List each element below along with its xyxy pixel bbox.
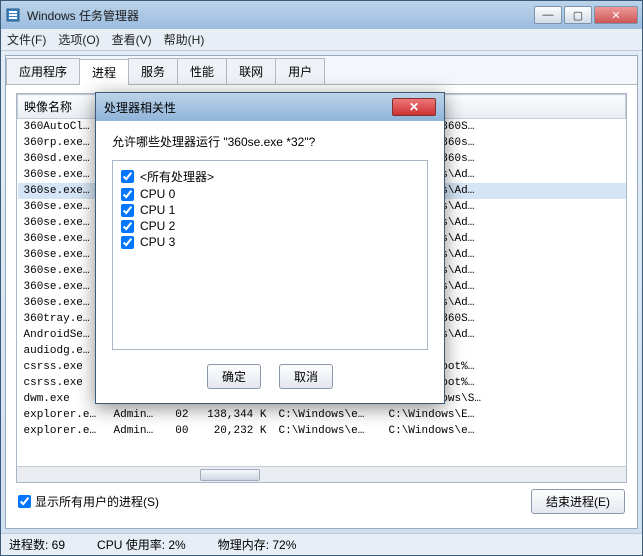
dialog-prompt: 允许哪些处理器运行 "360se.exe *32"? [112, 133, 428, 150]
cpu-all[interactable]: <所有处理器> [121, 167, 419, 186]
tab-net[interactable]: 联网 [226, 58, 276, 84]
maximize-button[interactable]: ▢ [564, 6, 592, 24]
dialog-close-button[interactable]: ✕ [392, 98, 436, 116]
menubar: 文件(F) 选项(O) 查看(V) 帮助(H) [1, 29, 642, 51]
app-icon [5, 7, 21, 23]
processor-affinity-dialog: 处理器相关性 ✕ 允许哪些处理器运行 "360se.exe *32"? <所有处… [95, 92, 445, 404]
status-cpu-usage: CPU 使用率: 2% [97, 536, 186, 553]
dialog-titlebar[interactable]: 处理器相关性 ✕ [96, 93, 444, 121]
cpu-1[interactable]: CPU 1 [121, 202, 419, 218]
tab-users[interactable]: 用户 [275, 58, 325, 84]
cpu-3[interactable]: CPU 3 [121, 234, 419, 250]
show-all-label: 显示所有用户的进程(S) [35, 493, 159, 510]
menu-options[interactable]: 选项(O) [58, 31, 99, 48]
tab-services[interactable]: 服务 [128, 58, 178, 84]
horizontal-scrollbar[interactable] [17, 466, 626, 482]
col-image[interactable]: 映像名称 [18, 95, 108, 119]
tabs: 应用程序 进程 服务 性能 联网 用户 [6, 56, 637, 85]
tab-apps[interactable]: 应用程序 [6, 58, 80, 84]
dialog-title: 处理器相关性 [104, 99, 392, 116]
ok-button[interactable]: 确定 [207, 364, 261, 389]
status-process-count: 进程数: 69 [9, 536, 65, 553]
tab-perf[interactable]: 性能 [177, 58, 227, 84]
scroll-thumb[interactable] [200, 469, 260, 481]
menu-view[interactable]: 查看(V) [112, 31, 152, 48]
statusbar: 进程数: 69 CPU 使用率: 2% 物理内存: 72% [1, 533, 642, 555]
cancel-button[interactable]: 取消 [279, 364, 333, 389]
cpu-0[interactable]: CPU 0 [121, 186, 419, 202]
titlebar[interactable]: Windows 任务管理器 — ▢ ✕ [1, 1, 642, 29]
show-all-users-checkbox[interactable]: 显示所有用户的进程(S) [18, 493, 159, 510]
minimize-button[interactable]: — [534, 6, 562, 24]
tab-processes[interactable]: 进程 [79, 59, 129, 85]
table-row[interactable]: explorer.exeAdmini…0020,232 KC:\Windows\… [18, 423, 626, 439]
table-row[interactable]: explorer.exeAdmini…02138,344 KC:\Windows… [18, 407, 626, 423]
show-all-checkbox-input[interactable] [18, 495, 31, 508]
window-title: Windows 任务管理器 [27, 7, 534, 24]
menu-file[interactable]: 文件(F) [7, 31, 46, 48]
cpu-2[interactable]: CPU 2 [121, 218, 419, 234]
cpu-checkbox-list[interactable]: <所有处理器> CPU 0 CPU 1 CPU 2 CPU 3 [112, 160, 428, 350]
close-button[interactable]: ✕ [594, 6, 638, 24]
status-mem-usage: 物理内存: 72% [218, 536, 297, 553]
end-process-button[interactable]: 结束进程(E) [531, 489, 625, 514]
menu-help[interactable]: 帮助(H) [164, 31, 205, 48]
